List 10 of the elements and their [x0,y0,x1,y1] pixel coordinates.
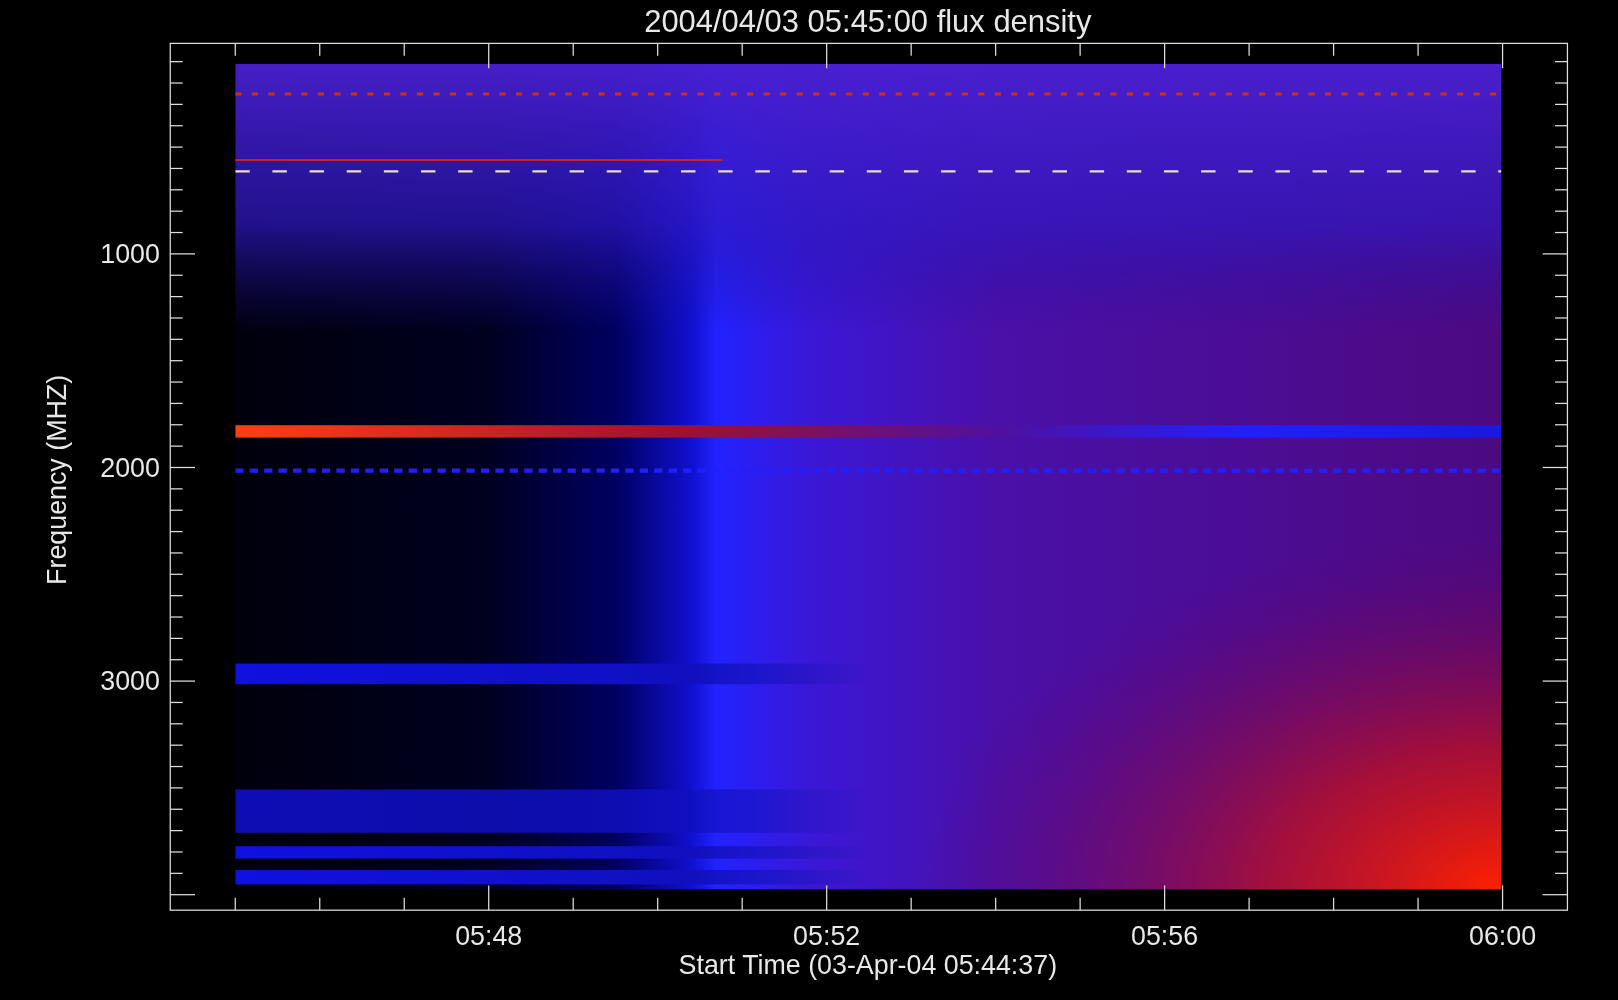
axis-title: Start Time (03-Apr-04 05:44:37) [678,950,1058,981]
tick-label: 06:00 [1469,921,1537,952]
tick-label: 3000 [100,666,160,697]
tick-label: 1000 [100,239,160,270]
plot-title: 2004/04/03 05:45:00 flux density [644,4,1092,40]
tick-label: 2000 [100,452,160,483]
tick-label: 05:48 [455,921,523,952]
tick-label: 05:56 [1131,921,1199,952]
tick-label: 05:52 [793,921,861,952]
axis-title: Frequency (MHZ) [42,374,73,585]
